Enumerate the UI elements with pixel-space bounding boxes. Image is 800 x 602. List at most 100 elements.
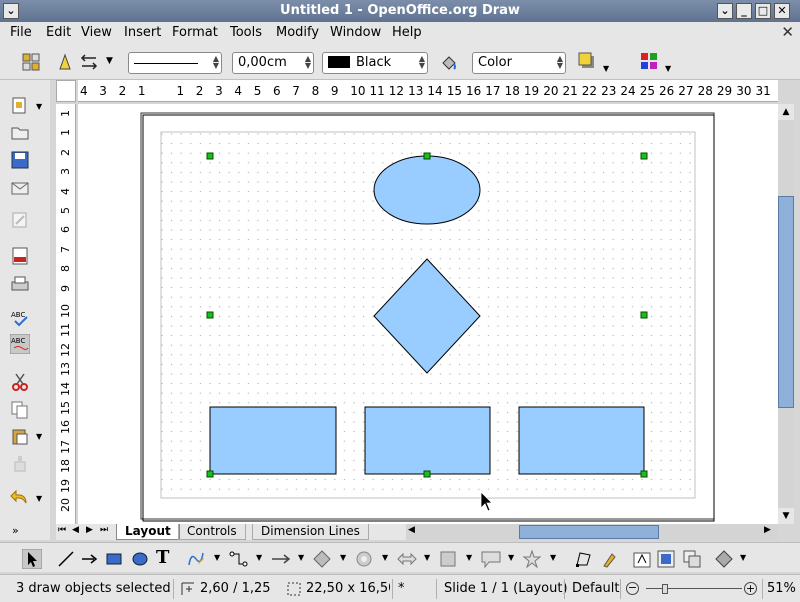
extrusion-dropdown-icon[interactable]: ▼ [740,553,746,562]
handle-top-right[interactable] [640,152,648,160]
line-icon[interactable] [56,53,74,71]
handle-top-center[interactable] [423,152,431,160]
menu-format[interactable]: Format [172,25,218,40]
copy-icon[interactable] [10,400,30,420]
rectangle-shape-middle[interactable] [364,406,491,475]
stars-icon[interactable] [522,549,542,569]
undo-icon[interactable] [10,488,30,508]
minimize-icon[interactable]: ⌄ [717,3,733,19]
edit-file-icon[interactable] [10,210,30,230]
vertical-scrollbar[interactable]: ▲ ▼ [778,104,794,524]
styles-icon[interactable] [22,53,40,71]
symbol-shapes-dropdown-icon[interactable]: ▼ [382,553,388,562]
basic-shapes-dropdown-icon[interactable]: ▼ [340,553,346,562]
select-pointer-icon[interactable] [22,549,42,569]
from-file-icon[interactable] [656,549,676,569]
sidebar-overflow-icon[interactable]: » [12,524,19,537]
menu-insert[interactable]: Insert [124,25,161,40]
glue-points-icon[interactable] [600,549,620,569]
handle-bottom-center[interactable] [423,470,431,478]
menu-window[interactable]: Window [330,25,381,40]
vertical-scroll-thumb[interactable] [778,196,794,408]
stars-dropdown-icon[interactable]: ▼ [550,553,556,562]
area-icon[interactable] [440,53,458,71]
connector-tool-icon[interactable] [228,549,248,569]
flowchart-dropdown-icon[interactable]: ▼ [466,553,472,562]
rectangle-tool-icon[interactable] [104,549,124,569]
zoom-slider[interactable] [646,588,742,589]
export-pdf-icon[interactable] [10,246,30,266]
autospellcheck-icon[interactable]: ABC [10,334,30,354]
save-icon[interactable] [10,150,30,170]
block-arrows-icon[interactable] [396,549,418,569]
menu-help[interactable]: Help [392,25,422,40]
ruler-corner[interactable] [56,80,76,102]
scroll-right-button[interactable]: ▶ [764,525,771,535]
menu-edit[interactable]: Edit [46,25,71,40]
rectangle-shape-left[interactable] [209,406,337,475]
basic-shapes-icon[interactable] [312,549,332,569]
prev-tab-button[interactable]: ◀ [72,525,79,535]
zoom-slider-thumb[interactable] [662,584,668,594]
first-tab-button[interactable]: ⏮ [58,525,66,535]
horizontal-scroll-thumb[interactable] [519,525,659,539]
scroll-down-button[interactable]: ▼ [778,508,794,524]
callouts-dropdown-icon[interactable]: ▼ [508,553,514,562]
next-tab-button[interactable]: ▶ [86,525,93,535]
color-bar-icon[interactable] [640,52,658,70]
curve-dropdown-icon[interactable]: ▼ [214,553,220,562]
cut-icon[interactable] [10,372,30,392]
area-style-select[interactable]: Color ▲ ▼ [472,52,566,74]
connector-dropdown-icon[interactable]: ▼ [256,553,262,562]
minimize-button[interactable]: _ [736,3,752,19]
open-folder-icon[interactable] [10,122,30,142]
points-edit-icon[interactable] [574,549,594,569]
tab-controls[interactable]: Controls [178,524,246,540]
arrow-style-icon[interactable] [80,53,98,71]
toolbar-overflow-icon[interactable]: ▼ [665,64,671,73]
callouts-icon[interactable] [480,549,502,569]
handle-middle-right[interactable] [640,311,648,319]
arrow-line-icon[interactable] [80,549,100,569]
menu-tools[interactable]: Tools [230,25,262,40]
text-tool-icon[interactable]: T [156,547,169,568]
horizontal-ruler[interactable]: 4 3 2 1 1 2 3 4 5 6 7 8 9 10 11 12 13 14 15 16 17 18 19 20 21 22 2… [78,80,778,102]
last-tab-button[interactable]: ⏭ [100,525,108,535]
line-color-select[interactable]: Black ▲ ▼ [322,52,428,74]
line-width-input[interactable]: 0,00cm ▲ ▼ [232,52,314,74]
handle-top-left[interactable] [206,152,214,160]
arrow-style-dropdown-icon[interactable]: ▼ [106,56,113,66]
gallery-icon[interactable] [682,549,702,569]
ellipse-shape[interactable] [373,155,481,225]
email-icon[interactable] [10,178,30,198]
menu-modify[interactable]: Modify [276,25,319,40]
menu-file[interactable]: File [10,25,32,40]
handle-middle-left[interactable] [206,311,214,319]
paste-dropdown-icon[interactable]: ▼ [36,432,42,441]
tab-layout[interactable]: Layout [116,524,180,540]
scroll-up-button[interactable]: ▲ [778,104,794,120]
lines-arrows-icon[interactable] [270,549,294,569]
block-arrows-dropdown-icon[interactable]: ▼ [424,553,430,562]
scroll-left-button[interactable]: ◀ [408,525,415,535]
fontwork-icon[interactable] [632,549,652,569]
line-tool-icon[interactable] [56,549,76,569]
ellipse-tool-icon[interactable] [130,549,150,569]
symbol-shapes-icon[interactable] [354,549,374,569]
tab-dimension-lines[interactable]: Dimension Lines [252,524,369,540]
spellcheck-icon[interactable]: ABC [10,308,30,328]
close-window-button[interactable]: ✕ [774,3,790,19]
extrusion-icon[interactable] [714,549,734,569]
handle-bottom-left[interactable] [206,470,214,478]
print-icon[interactable] [10,274,30,294]
paste-icon[interactable] [10,426,30,446]
clone-formatting-icon[interactable] [10,454,30,474]
curve-tool-icon[interactable] [186,549,206,569]
rectangle-shape-right[interactable] [518,406,645,475]
maximize-button[interactable]: □ [755,3,771,19]
drawing-canvas[interactable] [78,104,778,524]
menu-view[interactable]: View [81,25,112,40]
lines-dropdown-icon[interactable]: ▼ [298,553,304,562]
undo-dropdown-icon[interactable]: ▼ [36,494,42,503]
zoom-in-button[interactable]: + [744,582,757,595]
